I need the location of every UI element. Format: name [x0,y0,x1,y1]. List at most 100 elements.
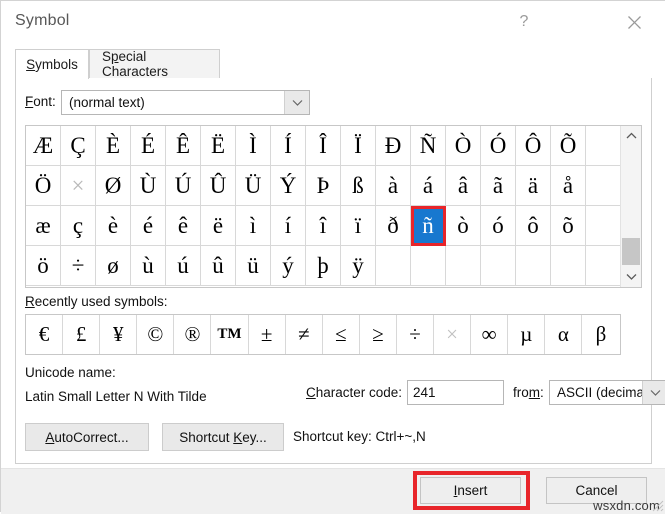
symbol-cell[interactable]: ì [236,206,271,246]
dialog-footer: Insert Cancel wsxdn.com [1,468,665,514]
symbol-cell[interactable]: ê [166,206,201,246]
symbol-cell[interactable]: â [446,166,481,206]
font-select[interactable]: (normal text) [61,90,310,115]
symbol-cell[interactable]: ë [201,206,236,246]
symbol-cell[interactable]: Ø [96,166,131,206]
symbol-cell[interactable]: á [411,166,446,206]
symbol-cell[interactable]: × [61,166,96,206]
symbol-grid-scrollbar[interactable] [620,126,641,287]
symbol-cell[interactable]: í [271,206,306,246]
recent-symbol-cell[interactable]: × [434,315,471,354]
symbol-cell[interactable]: Ë [201,126,236,166]
symbol-cell[interactable]: ó [481,206,516,246]
symbol-cell[interactable]: å [551,166,586,206]
symbol-cell[interactable]: Î [306,126,341,166]
symbol-cell[interactable]: Æ [26,126,61,166]
unicode-name-value: Latin Small Letter N With Tilde [25,389,207,404]
symbol-cell[interactable]: ß [341,166,376,206]
symbol-cell[interactable]: Ò [446,126,481,166]
recent-symbol-cell[interactable]: µ [508,315,545,354]
symbol-cell[interactable]: Ý [271,166,306,206]
symbol-cell[interactable]: Ô [516,126,551,166]
symbol-cell[interactable]: Õ [551,126,586,166]
symbol-cell[interactable]: ç [61,206,96,246]
symbol-cell[interactable]: Ö [26,166,61,206]
close-button[interactable] [614,5,654,39]
symbol-cell[interactable]: æ [26,206,61,246]
symbol-cell[interactable]: ý [271,246,306,286]
tab-special-characters[interactable]: Special Characters [89,49,220,78]
recent-symbol-cell[interactable]: ∞ [471,315,508,354]
symbol-cell[interactable]: ø [96,246,131,286]
character-code-input[interactable] [407,380,504,405]
symbol-cell[interactable]: ô [516,206,551,246]
tab-symbols-label: Symbols [26,57,78,72]
recent-symbol-cell[interactable]: € [26,315,63,354]
symbol-cell[interactable]: Ê [166,126,201,166]
symbol-cell[interactable]: ö [26,246,61,286]
symbol-cell[interactable]: õ [551,206,586,246]
symbol-cell[interactable]: û [201,246,236,286]
recent-symbol-cell[interactable]: TM [211,315,248,354]
recent-symbol-cell[interactable]: ¥ [100,315,137,354]
tab-strip: Symbols Special Characters [15,49,652,78]
symbol-cell[interactable]: Ì [236,126,271,166]
recent-symbol-cell[interactable]: ≠ [286,315,323,354]
insert-button[interactable]: Insert [420,477,521,504]
symbol-cell[interactable]: ÷ [61,246,96,286]
symbol-cell[interactable]: Ñ [411,126,446,166]
symbol-cell[interactable]: Ð [376,126,411,166]
font-select-arrow[interactable] [284,91,309,114]
symbol-cell[interactable]: ù [131,246,166,286]
recent-symbol-cell[interactable]: ÷ [397,315,434,354]
symbol-cell[interactable]: ü [236,246,271,286]
scrollbar-thumb[interactable] [622,238,640,265]
tab-symbols[interactable]: Symbols [15,49,89,79]
symbol-grid[interactable]: ÆÇÈÉÊËÌÍÎÏÐÑÒÓÔÕ Ö×ØÙÚÛÜÝÞßàáâãäå æçèéêëìí… [25,125,642,288]
symbol-cell[interactable]: Þ [306,166,341,206]
recent-symbol-cell[interactable]: β [582,315,619,354]
shortcut-key-button[interactable]: Shortcut Key... [162,423,284,451]
dialog-titlebar: Symbol ? [1,1,665,46]
recent-symbol-cell[interactable]: © [137,315,174,354]
symbol-cell[interactable]: Ú [166,166,201,206]
help-button[interactable]: ? [504,5,544,39]
symbol-cell[interactable]: ò [446,206,481,246]
symbol-cell[interactable]: Ç [61,126,96,166]
symbol-cell[interactable]: é [131,206,166,246]
recent-symbol-cell[interactable]: ≤ [323,315,360,354]
from-select-arrow[interactable] [642,381,665,404]
symbol-cell[interactable]: ã [481,166,516,206]
symbol-cell-empty [586,206,621,246]
symbol-cell[interactable]: ï [341,206,376,246]
symbol-cell[interactable]: Û [201,166,236,206]
symbol-cell[interactable]: É [131,126,166,166]
symbol-cell[interactable]: ð [376,206,411,246]
recent-symbol-cell[interactable]: ≥ [360,315,397,354]
recent-symbol-cell[interactable]: ® [174,315,211,354]
symbol-cell[interactable]: ä [516,166,551,206]
symbol-cell[interactable]: ÿ [341,246,376,286]
symbol-cell[interactable]: î [306,206,341,246]
symbol-cell[interactable]: ñ [411,206,446,246]
recent-symbol-cell[interactable]: £ [63,315,100,354]
symbol-cell[interactable]: Ù [131,166,166,206]
recent-symbols-grid[interactable]: €£¥©®TM±≠≤≥÷×∞µαβ [25,314,621,355]
symbol-cell[interactable]: ú [166,246,201,286]
symbol-cell[interactable]: Ï [341,126,376,166]
resize-grip-icon [650,498,664,512]
symbol-cell[interactable]: Ó [481,126,516,166]
symbol-cell[interactable]: à [376,166,411,206]
symbol-cell[interactable]: þ [306,246,341,286]
symbol-cell[interactable]: Ü [236,166,271,206]
scroll-down-button[interactable] [621,267,641,287]
symbol-cell[interactable]: È [96,126,131,166]
from-select[interactable]: ASCII (decimal) [549,380,665,405]
autocorrect-button[interactable]: AutoCorrect... [25,423,149,451]
scroll-up-button[interactable] [621,126,641,146]
recent-symbol-cell[interactable]: ± [249,315,286,354]
symbol-cell[interactable]: Í [271,126,306,166]
recent-symbol-cell[interactable]: α [545,315,582,354]
symbol-cell[interactable]: è [96,206,131,246]
symbol-dialog: Symbol ? Symbols Special Characters [0,0,665,512]
